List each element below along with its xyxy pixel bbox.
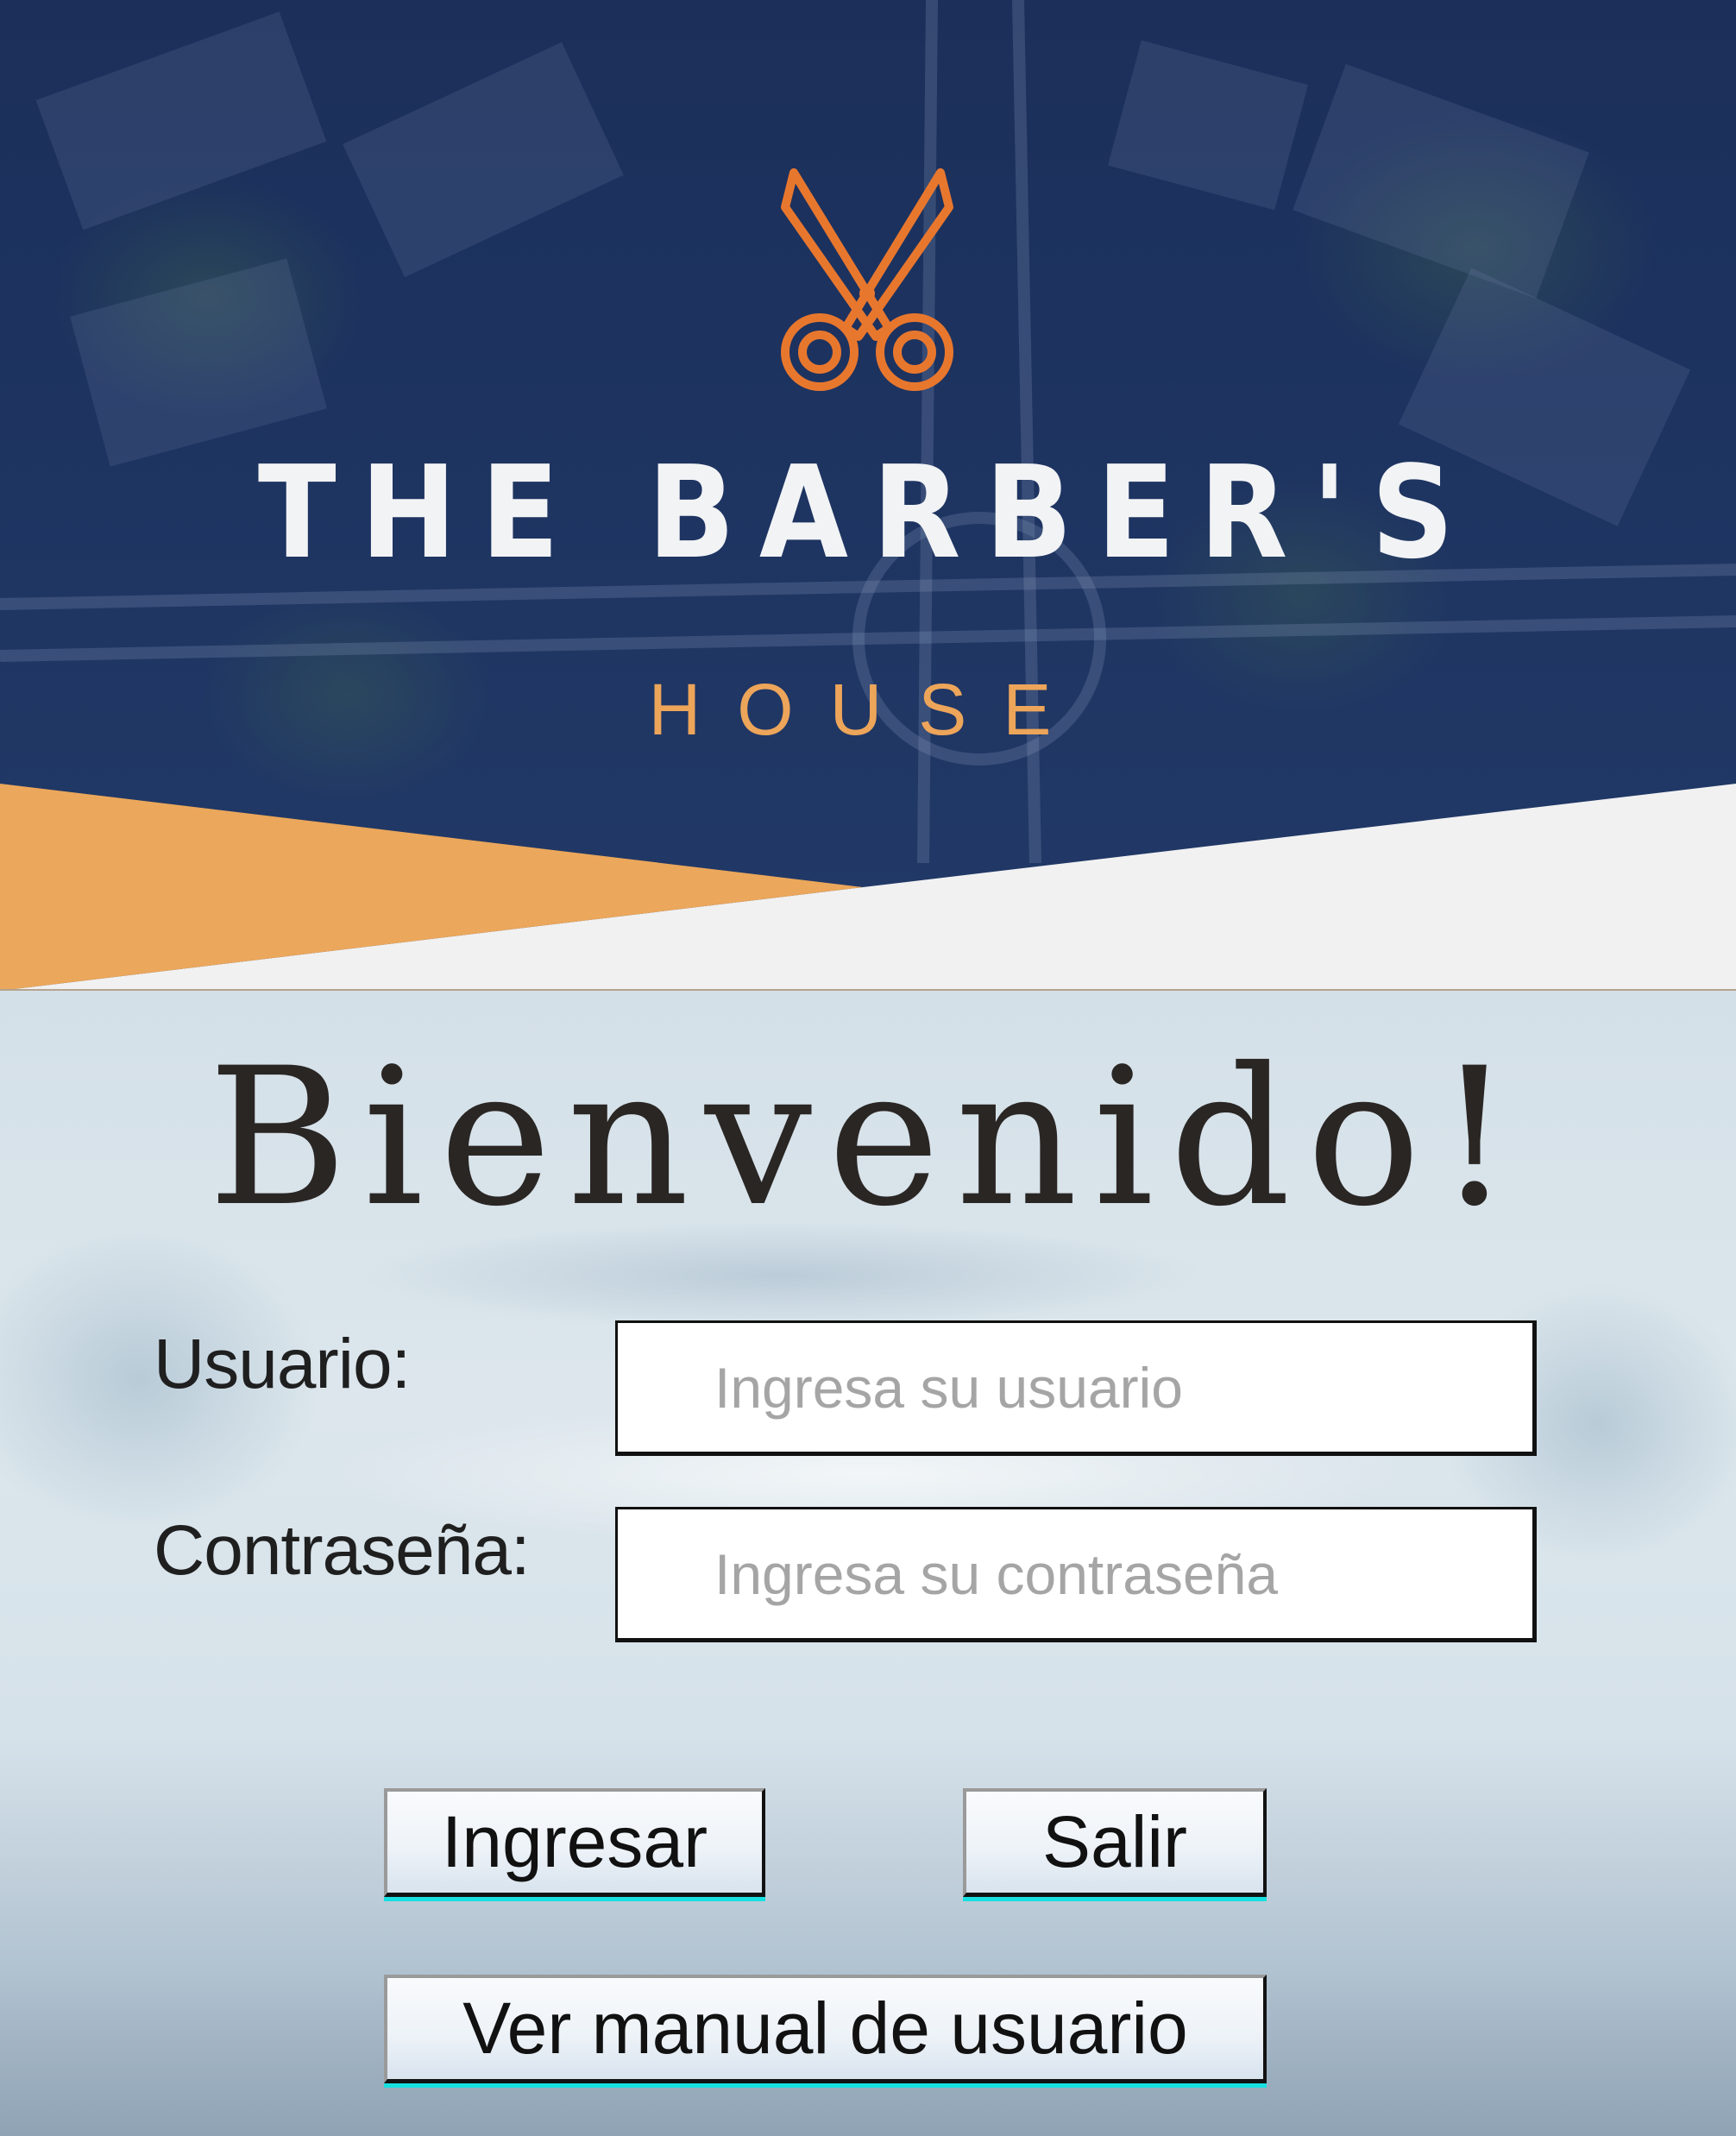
login-button[interactable]: Ingresar: [384, 1788, 765, 1897]
decorative-wedges: [0, 784, 1736, 991]
password-label: Contraseña:: [154, 1511, 531, 1590]
header-banner: THE BARBER'S HOUSE: [0, 0, 1736, 991]
username-input[interactable]: [615, 1320, 1537, 1456]
password-input[interactable]: [615, 1507, 1537, 1642]
user-manual-button[interactable]: Ver manual de usuario: [384, 1975, 1267, 2083]
exit-button[interactable]: Salir: [963, 1788, 1267, 1897]
username-label: Usuario:: [154, 1325, 411, 1403]
login-panel: Bienvenido! Usuario: Contraseña: Ingresa…: [0, 991, 1736, 2136]
welcome-heading: Bienvenido!: [207, 1027, 1529, 1248]
